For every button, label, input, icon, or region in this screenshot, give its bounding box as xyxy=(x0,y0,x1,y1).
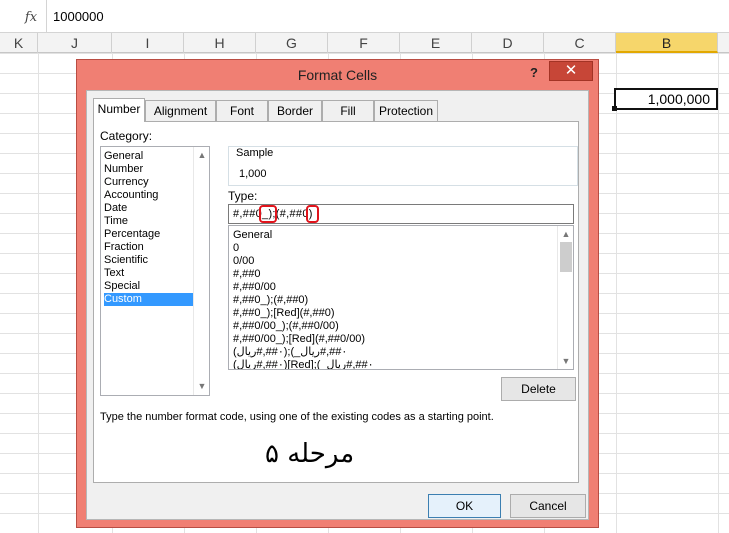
hint-text: Type the number format code, using one o… xyxy=(100,411,494,423)
tab-font[interactable]: Font xyxy=(216,100,268,121)
dialog-title: Format Cells xyxy=(297,67,378,83)
ok-button[interactable]: OK xyxy=(428,494,501,518)
category-item-percentage[interactable]: Percentage xyxy=(104,228,204,241)
sample-label: Sample xyxy=(233,147,277,159)
step-annotation: مرحله ۵ xyxy=(265,439,355,469)
column-header-d[interactable]: D xyxy=(472,33,544,53)
scroll-up-icon[interactable]: ▲ xyxy=(194,148,210,162)
column-header-row: K J I H G F E D C B xyxy=(0,33,729,53)
category-list[interactable]: General Number Currency Accounting Date … xyxy=(100,146,210,396)
category-item-currency[interactable]: Currency xyxy=(104,176,204,189)
column-header-b[interactable]: B xyxy=(616,33,718,53)
type-item[interactable]: #,##0/00 xyxy=(233,281,553,294)
tab-alignment[interactable]: Alignment xyxy=(145,100,216,121)
scroll-up-icon[interactable]: ▲ xyxy=(558,227,574,241)
category-item-time[interactable]: Time xyxy=(104,215,204,228)
category-label: Category: xyxy=(100,129,153,143)
category-item-accounting[interactable]: Accounting xyxy=(104,189,204,202)
delete-button[interactable]: Delete xyxy=(501,377,576,401)
fill-handle[interactable] xyxy=(612,106,617,111)
formula-input[interactable]: 1000000 xyxy=(53,9,104,24)
type-scrollbar[interactable]: ▲ ▼ xyxy=(557,226,573,369)
type-item[interactable]: #,##0 xyxy=(233,268,553,281)
column-header-k[interactable]: K xyxy=(0,33,38,53)
close-button[interactable]: ✕ xyxy=(549,61,593,81)
category-item-number[interactable]: Number xyxy=(104,163,204,176)
type-item[interactable]: #,##0/00_);(#,##0/00) xyxy=(233,320,553,333)
column-header-h[interactable]: H xyxy=(184,33,256,53)
category-item-special[interactable]: Special xyxy=(104,280,204,293)
scroll-down-icon[interactable]: ▼ xyxy=(194,379,210,393)
type-item[interactable]: #,##0_);[Red](#,##0) xyxy=(233,307,553,320)
column-header-g[interactable]: G xyxy=(256,33,328,53)
type-input[interactable]: #,##0_);(#,##0) xyxy=(228,204,574,224)
category-item-custom[interactable]: Custom xyxy=(104,293,204,306)
column-header-c[interactable]: C xyxy=(544,33,616,53)
type-item[interactable]: (٠##,#ريال)[Red];(_٠##,#ريال xyxy=(233,359,553,369)
tab-fill[interactable]: Fill xyxy=(322,100,374,121)
dialog-body: Number Alignment Font Border Fill Protec… xyxy=(86,90,589,520)
formula-bar: fx 1000000 xyxy=(0,0,729,33)
sample-value: 1,000 xyxy=(239,168,267,180)
tab-number[interactable]: Number xyxy=(93,98,145,122)
category-item-general[interactable]: General xyxy=(104,150,204,163)
column-header-i[interactable]: I xyxy=(112,33,184,53)
cancel-button[interactable]: Cancel xyxy=(510,494,586,518)
type-item[interactable]: #,##0/00_);[Red](#,##0/00) xyxy=(233,333,553,346)
type-item[interactable]: (٠##,#ريال);(_٠##,#ريال xyxy=(233,346,553,359)
formula-bar-divider xyxy=(46,0,47,33)
type-list[interactable]: General 0 0/00 #,##0 #,##0/00 #,##0_);(#… xyxy=(228,225,574,370)
help-button[interactable]: ? xyxy=(527,63,541,83)
type-item[interactable]: #,##0_);(#,##0) xyxy=(233,294,553,307)
grid-line xyxy=(718,53,719,533)
type-item[interactable]: 0/00 xyxy=(233,255,553,268)
category-item-scientific[interactable]: Scientific xyxy=(104,254,204,267)
column-header-f[interactable]: F xyxy=(328,33,400,53)
category-item-fraction[interactable]: Fraction xyxy=(104,241,204,254)
column-header-e[interactable]: E xyxy=(400,33,472,53)
sample-group xyxy=(228,146,578,186)
active-cell-b[interactable]: 1,000,000 xyxy=(614,88,718,110)
grid-line xyxy=(616,53,617,533)
highlight-box-1 xyxy=(259,205,277,223)
function-icon[interactable]: fx xyxy=(16,6,46,28)
highlight-box-2 xyxy=(306,205,319,223)
category-item-text[interactable]: Text xyxy=(104,267,204,280)
tab-protection[interactable]: Protection xyxy=(374,100,438,121)
scroll-down-icon[interactable]: ▼ xyxy=(558,354,574,368)
column-header-j[interactable]: J xyxy=(38,33,112,53)
type-item[interactable]: General xyxy=(233,229,553,242)
category-scrollbar[interactable]: ▲ ▼ xyxy=(193,147,209,395)
tab-border[interactable]: Border xyxy=(268,100,322,121)
grid-line xyxy=(38,53,39,533)
scrollbar-thumb[interactable] xyxy=(560,242,572,272)
type-label: Type: xyxy=(228,189,258,203)
type-item[interactable]: 0 xyxy=(233,242,553,255)
format-cells-dialog: Format Cells ? ✕ Number Alignment Font B… xyxy=(76,59,599,528)
category-item-date[interactable]: Date xyxy=(104,202,204,215)
